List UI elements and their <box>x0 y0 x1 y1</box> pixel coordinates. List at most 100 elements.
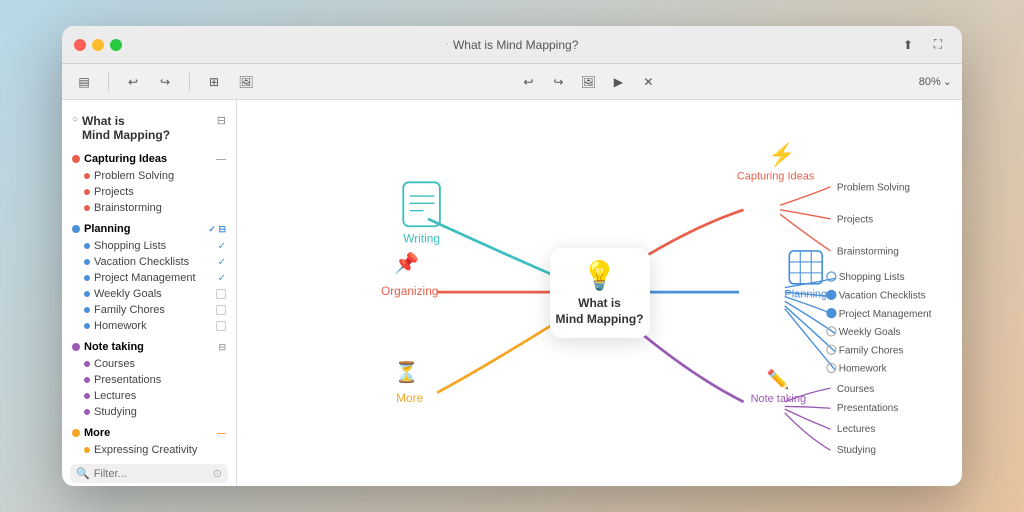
svg-text:Note taking: Note taking <box>751 393 807 405</box>
list-item: Presentations <box>62 372 236 388</box>
close-toolbar-button[interactable]: ✕ <box>636 70 660 94</box>
item-dot <box>84 409 90 415</box>
sidebar-toggle-button[interactable]: ▤ <box>72 70 96 94</box>
sidebar-title-line2: Mind Mapping? <box>82 128 170 142</box>
item-label: Studying <box>94 406 137 418</box>
svg-text:Projects: Projects <box>837 215 873 226</box>
item-label: Lectures <box>94 390 136 402</box>
planning-icons[interactable]: ✓ ⊟ <box>208 224 226 235</box>
window-title-area: · What is Mind Mapping? <box>446 38 579 52</box>
svg-text:Organizing: Organizing <box>381 284 438 298</box>
sidebar-menu-icon[interactable]: ⊟ <box>217 114 226 127</box>
search-options-icon[interactable]: ⊙ <box>213 467 222 480</box>
minimize-button[interactable] <box>92 39 104 51</box>
list-item: Brainstorming <box>62 200 236 216</box>
check-icon: ✓ <box>218 273 226 284</box>
item-dot <box>84 259 90 265</box>
search-input[interactable] <box>94 468 209 480</box>
item-dot <box>84 323 90 329</box>
svg-text:Planning: Planning <box>784 289 827 301</box>
more-header: More — <box>62 424 236 442</box>
zoom-value: 80% <box>919 76 941 88</box>
sidebar-section-more: More — Expressing Creativity <box>62 424 236 458</box>
item-label: Presentations <box>94 374 161 386</box>
more-dot <box>72 429 80 437</box>
notetaking-header: Note taking ⊟ <box>62 338 236 356</box>
list-item: Courses <box>62 356 236 372</box>
item-label: Projects <box>94 186 134 198</box>
sidebar-title-icon: ○ <box>72 114 78 125</box>
play-button[interactable]: ▶ <box>606 70 630 94</box>
item-label: Problem Solving <box>94 170 174 182</box>
redo-button[interactable]: ↪ <box>153 70 177 94</box>
item-dot <box>84 205 90 211</box>
list-item: Weekly Goals <box>62 286 236 302</box>
item-dot <box>84 189 90 195</box>
search-bar: 🔍 ⊙ <box>70 464 228 483</box>
checkbox[interactable] <box>216 321 226 331</box>
list-item: Lectures <box>62 388 236 404</box>
svg-text:Vacation Checklists: Vacation Checklists <box>839 290 926 301</box>
list-item: Expressing Creativity <box>62 442 236 458</box>
undo-button[interactable]: ↩ <box>121 70 145 94</box>
svg-text:⚡: ⚡ <box>768 142 795 168</box>
svg-text:More: More <box>396 391 423 405</box>
item-label: Courses <box>94 358 135 370</box>
list-item: Shopping Lists ✓ <box>62 238 236 254</box>
undo2-button[interactable]: ↩ <box>516 70 540 94</box>
notetaking-dot <box>72 343 80 351</box>
svg-text:Writing: Writing <box>403 232 440 246</box>
redo2-button[interactable]: ↪ <box>546 70 570 94</box>
more-icon[interactable]: — <box>217 428 226 438</box>
sidebar-title: ○ What is Mind Mapping? <box>72 114 170 142</box>
item-dot <box>84 447 90 453</box>
item-label: Homework <box>94 320 147 332</box>
checkbox[interactable] <box>216 289 226 299</box>
image-button[interactable]: 🖼 <box>234 70 258 94</box>
item-dot <box>84 173 90 179</box>
sidebar: ○ What is Mind Mapping? ⊟ Capturing Idea… <box>62 100 237 486</box>
main-content: ○ What is Mind Mapping? ⊟ Capturing Idea… <box>62 100 962 486</box>
notetaking-label: Note taking <box>84 341 144 353</box>
sidebar-section-notetaking: Note taking ⊟ Courses Presentations Lect… <box>62 338 236 420</box>
list-item: Family Chores <box>62 302 236 318</box>
item-label: Vacation Checklists <box>94 256 189 268</box>
list-item: Projects <box>62 184 236 200</box>
list-item: Studying <box>62 404 236 420</box>
check-icon: ✓ <box>218 257 226 268</box>
planning-dot <box>72 225 80 233</box>
central-node[interactable]: 💡 What isMind Mapping? <box>550 248 650 338</box>
zoom-control[interactable]: 80% ⌄ <box>919 75 952 88</box>
svg-text:Studying: Studying <box>837 445 876 456</box>
capturing-dot <box>72 155 80 163</box>
maximize-button[interactable] <box>110 39 122 51</box>
fullscreen-button[interactable]: ⛶ <box>926 33 950 57</box>
insert-button[interactable]: ⊞ <box>202 70 226 94</box>
item-label: Expressing Creativity <box>94 444 197 456</box>
item-label: Brainstorming <box>94 202 162 214</box>
mind-map-canvas[interactable]: Writing ⚡ Capturing Ideas Problem Solvin… <box>237 100 962 486</box>
svg-text:Brainstorming: Brainstorming <box>837 247 899 258</box>
search-icon: 🔍 <box>76 467 90 480</box>
list-item: Project Management ✓ <box>62 270 236 286</box>
notetaking-icon[interactable]: ⊟ <box>218 342 226 353</box>
item-dot <box>84 275 90 281</box>
central-node-icon: 💡 <box>582 259 617 292</box>
svg-text:Weekly Goals: Weekly Goals <box>839 327 901 338</box>
svg-text:Project Management: Project Management <box>839 309 932 320</box>
titlebar: · What is Mind Mapping? ⬆ ⛶ <box>62 26 962 64</box>
capturing-collapse[interactable]: — <box>216 154 226 165</box>
window-title: What is Mind Mapping? <box>453 38 578 52</box>
sidebar-title-line1: What is <box>82 114 170 128</box>
list-item: Vacation Checklists ✓ <box>62 254 236 270</box>
share-button[interactable]: ⬆ <box>896 33 920 57</box>
divider <box>108 73 109 91</box>
sidebar-section-capturing: Capturing Ideas — Problem Solving Projec… <box>62 150 236 216</box>
checkbox[interactable] <box>216 305 226 315</box>
svg-text:Problem Solving: Problem Solving <box>837 183 910 194</box>
item-dot <box>84 291 90 297</box>
image2-button[interactable]: 🖼 <box>576 70 600 94</box>
close-button[interactable] <box>74 39 86 51</box>
sidebar-section-planning: Planning ✓ ⊟ Shopping Lists ✓ Vacation C… <box>62 220 236 334</box>
item-dot <box>84 393 90 399</box>
